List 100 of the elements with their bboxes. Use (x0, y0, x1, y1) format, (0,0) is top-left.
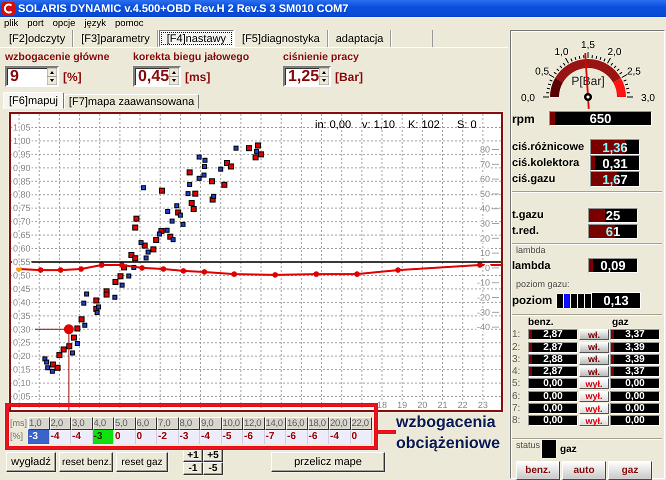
spin-buttons[interactable] (169, 68, 179, 85)
action-button[interactable]: reset gaz (116, 452, 168, 472)
table-cell[interactable]: 0 (114, 430, 136, 444)
table-cell[interactable]: 0 (350, 430, 372, 444)
meter-value: 3,39 (625, 342, 645, 352)
group-caption: lambda (515, 245, 547, 256)
column-header: 14,0 (264, 417, 286, 430)
tab[interactable]: [F4]nastawy (158, 30, 234, 47)
tab[interactable]: [F7]mapa zaawansowana (64, 94, 200, 109)
unit-label: [ms] (185, 70, 210, 84)
spin-buttons[interactable] (47, 68, 57, 85)
meter-value: 0,00 (625, 392, 645, 401)
step-button[interactable]: +5 (203, 449, 223, 462)
group-caption: poziom gazu: (515, 279, 571, 290)
meter-value: 3,37 (625, 330, 645, 340)
row-label: [ms] (9, 417, 28, 430)
axis-tick-label: -10 (476, 278, 490, 288)
line-point (231, 271, 238, 277)
step-button[interactable]: +1 (183, 449, 203, 462)
data-point (133, 216, 140, 222)
number-field[interactable]: 9 (5, 66, 59, 87)
data-point (84, 292, 90, 297)
data-point (180, 222, 186, 227)
number-field[interactable]: 0,45 (133, 66, 181, 87)
line-point (180, 268, 186, 274)
axis-tick-label: 20 (417, 400, 428, 410)
line-point (139, 265, 145, 271)
selected-point (16, 266, 22, 272)
axis-tick-label: 0 (484, 262, 490, 273)
axis-tick-label: 40 (480, 204, 490, 214)
meter-value: 0,09 (600, 259, 626, 272)
meter-label: rpm (512, 112, 536, 126)
spin-buttons[interactable] (319, 68, 329, 85)
line-point (160, 266, 166, 272)
meter-value: 0,00 (543, 404, 563, 414)
menu-item[interactable]: język (84, 18, 106, 29)
table-cell[interactable]: -4 (329, 430, 350, 444)
axis-tick-label: 20 (480, 233, 490, 244)
line-point (354, 271, 360, 277)
table-cell[interactable]: 0 (136, 430, 157, 444)
step-button[interactable]: -5 (203, 462, 223, 475)
axis-tick-label: 0,70 (13, 216, 31, 227)
data-point (159, 188, 166, 194)
axis-tick-label: 0,80 (13, 190, 31, 200)
table-cell[interactable]: -3 (92, 430, 114, 444)
table-cell[interactable]: -4 (50, 430, 71, 444)
meter-value: 2,87 (543, 330, 563, 340)
table-cell[interactable]: -4 (71, 430, 92, 444)
menu-item[interactable]: port (27, 18, 44, 29)
menu-item[interactable]: pomoc (115, 18, 144, 29)
step-button[interactable]: -1 (183, 462, 203, 475)
number-field[interactable]: 1,25 (283, 66, 331, 87)
recalculate-button[interactable]: przelicz mape (271, 452, 385, 472)
table-cell[interactable]: -6 (286, 430, 308, 444)
mode-button[interactable]: gaz (608, 461, 652, 480)
scale-label: 1,5 (581, 40, 595, 51)
injector-switch[interactable]: wył. (579, 390, 609, 402)
axis-tick-label: 18 (377, 400, 388, 410)
data-point (187, 182, 192, 187)
table-cell[interactable]: -3 (178, 430, 200, 444)
injector-switch[interactable]: wł. (579, 354, 609, 365)
menu-item[interactable]: opcje (52, 18, 76, 29)
row-index: 3: (512, 354, 522, 365)
table-cell[interactable]: -6 (243, 430, 264, 444)
table-cell[interactable]: -2 (157, 430, 178, 444)
scale-label: 0,5 (535, 66, 550, 78)
scale-label: 0,0 (521, 93, 535, 104)
injector-switch[interactable]: wył. (579, 415, 609, 426)
column-header: 1,0 (28, 417, 50, 430)
table-cell[interactable]: -6 (308, 430, 329, 444)
readout-text: in: 0,00 (315, 119, 352, 131)
menu-item[interactable]: plik (4, 18, 18, 29)
data-point (112, 294, 118, 300)
injector-switch[interactable]: wł. (579, 342, 609, 353)
injector-switch[interactable]: wył. (579, 403, 609, 414)
meter-value: 0,00 (543, 416, 563, 426)
axis-tick-label: 60 (480, 174, 490, 184)
meter-value: 2,87 (543, 367, 563, 376)
axis-tick-label: 21 (438, 400, 448, 410)
axis-tick-label: 0,45 (13, 284, 31, 294)
table-cell[interactable]: -7 (264, 430, 286, 444)
status-value: gaz (560, 444, 577, 455)
meter-label: ciś.kolektora (512, 157, 580, 169)
mode-button[interactable]: auto (562, 461, 606, 480)
column-header: benz. (528, 317, 555, 328)
mode-button[interactable]: benz. (516, 461, 560, 480)
injector-switch[interactable]: wł. (579, 329, 609, 340)
line-point (78, 266, 84, 272)
table-cell[interactable]: -4 (200, 430, 222, 444)
data-point (74, 325, 80, 332)
tab[interactable]: [F6]mapuj (3, 92, 64, 109)
action-button[interactable]: reset benz. (59, 452, 113, 472)
line-point (272, 272, 278, 278)
column-header: 7,0 (157, 417, 178, 430)
injector-switch[interactable]: wł. (579, 366, 609, 378)
row-index: 2: (512, 342, 522, 353)
table-cell[interactable]: -5 (222, 430, 243, 444)
injector-switch[interactable]: wył. (579, 378, 609, 390)
action-button[interactable]: wygładź (6, 452, 56, 472)
table-cell[interactable]: -3 (28, 430, 50, 444)
